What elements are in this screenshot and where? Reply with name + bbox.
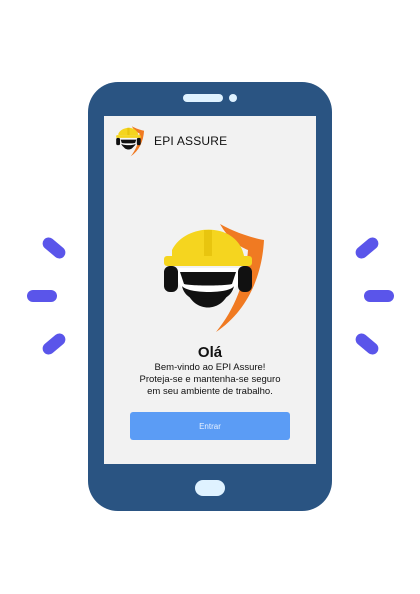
decorative-dash	[27, 290, 57, 302]
phone-screen: EPI ASSURE Olá Bem-vindo ao EPI Assure! …	[104, 116, 316, 464]
phone-speaker	[183, 94, 223, 102]
welcome-line: em seu ambiente de trabalho.	[147, 386, 273, 397]
decorative-dash	[353, 235, 381, 261]
phone-camera	[229, 94, 237, 102]
decorative-dash	[40, 331, 68, 357]
phone-frame: EPI ASSURE Olá Bem-vindo ao EPI Assure! …	[88, 82, 332, 511]
app-title: EPI ASSURE	[154, 134, 228, 148]
greeting-heading: Olá	[197, 344, 223, 361]
enter-button[interactable]: Entrar	[130, 412, 290, 440]
welcome-line: Proteja-se e mantenha-se seguro	[139, 374, 281, 385]
decorative-dash	[40, 235, 68, 261]
home-button[interactable]	[195, 480, 225, 496]
welcome-message: Bem-vindo ao EPI Assure! Proteja-se e ma…	[104, 362, 316, 398]
welcome-line: Bem-vindo ao EPI Assure!	[154, 362, 266, 373]
decorative-dash	[353, 331, 381, 357]
app-logo-icon	[116, 126, 145, 157]
app-mockup: EPI ASSURE Olá Bem-vindo ao EPI Assure! …	[0, 0, 420, 594]
decorative-dash	[364, 290, 394, 302]
app-header: EPI ASSURE	[112, 124, 227, 158]
hard-hat-worker-logo-icon	[164, 224, 264, 332]
